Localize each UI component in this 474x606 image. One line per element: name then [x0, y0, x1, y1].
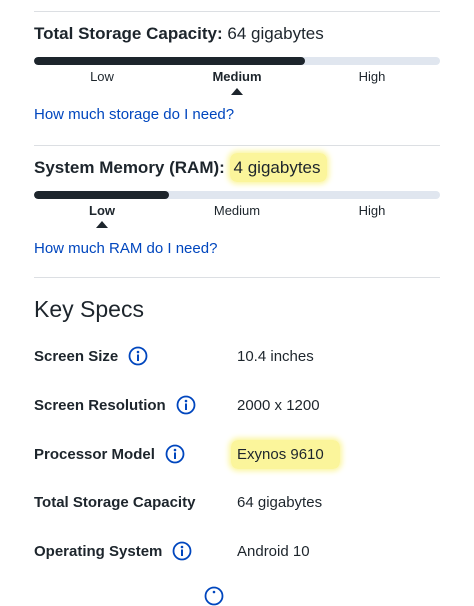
spec-label: Screen Resolution	[34, 396, 166, 414]
storage-level-medium: Medium	[212, 69, 262, 84]
memory-help-link[interactable]: How much RAM do I need?	[34, 240, 217, 257]
info-circle-icon[interactable]	[176, 395, 196, 415]
key-specs-heading: Key Specs	[34, 296, 144, 322]
storage-level-fill	[34, 57, 305, 65]
spec-label: Screen Size	[34, 347, 119, 365]
memory-caret-up-icon	[96, 221, 108, 228]
spec-value-total-storage: 64 gigabytes	[237, 494, 323, 511]
info-circle-icon[interactable]	[128, 346, 148, 366]
spec-row-label-operating-system: Operating System	[34, 541, 192, 561]
spec-label: Operating System	[34, 542, 163, 560]
spec-row-label-screen-size: Screen Size	[34, 346, 148, 366]
memory-level-fill	[34, 191, 169, 199]
memory-level-high: High	[358, 203, 386, 218]
memory-divider	[34, 277, 440, 278]
storage-caret-up-icon	[231, 88, 243, 95]
info-circle-icon[interactable]	[204, 586, 224, 606]
memory-level-low: Low	[89, 203, 115, 218]
info-circle-icon[interactable]	[165, 444, 185, 464]
storage-level-bar	[34, 57, 440, 65]
spec-value-operating-system: Android 10	[237, 543, 310, 560]
memory-value: 4 gigabytes	[229, 153, 327, 182]
storage-help-link[interactable]: How much storage do I need?	[34, 106, 234, 123]
memory-level-bar	[34, 191, 440, 199]
spec-value-screen-resolution: 2000 x 1200	[237, 397, 320, 414]
storage-level-low: Low	[90, 69, 114, 84]
memory-title: System Memory (RAM): 4 gigabytes	[34, 153, 327, 182]
memory-label: System Memory (RAM):	[34, 158, 225, 177]
spec-value-highlight: Exynos 9610	[231, 440, 340, 469]
storage-label: Total Storage Capacity:	[34, 24, 223, 43]
spec-label: Processor Model	[34, 445, 155, 463]
storage-value: 64 gigabytes	[227, 24, 324, 43]
spec-row-label-processor-model: Processor Model	[34, 444, 185, 464]
top-divider	[34, 11, 440, 12]
info-circle-icon[interactable]	[172, 541, 192, 561]
storage-level-high: High	[358, 69, 386, 84]
storage-divider	[34, 145, 440, 146]
spec-label: Total Storage Capacity	[34, 494, 196, 511]
storage-title: Total Storage Capacity: 64 gigabytes	[34, 24, 324, 44]
memory-level-medium: Medium	[213, 203, 261, 218]
spec-row-label-total-storage: Total Storage Capacity	[34, 494, 195, 511]
spec-row-label-screen-resolution: Screen Resolution	[34, 395, 196, 415]
spec-value-screen-size: 10.4 inches	[237, 348, 314, 365]
spec-value-processor-model: Exynos 9610	[231, 440, 340, 469]
